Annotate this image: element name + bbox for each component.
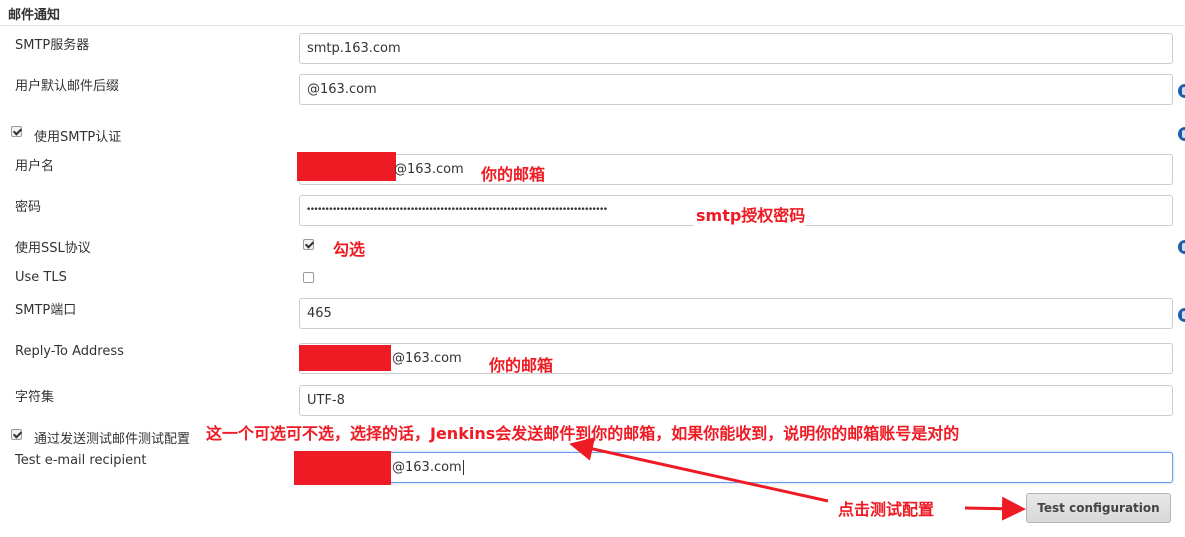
- arrow-to-test-button: [964, 496, 1026, 521]
- annotation-arrows: [569, 437, 1026, 521]
- arrow-to-test-option: [569, 437, 829, 503]
